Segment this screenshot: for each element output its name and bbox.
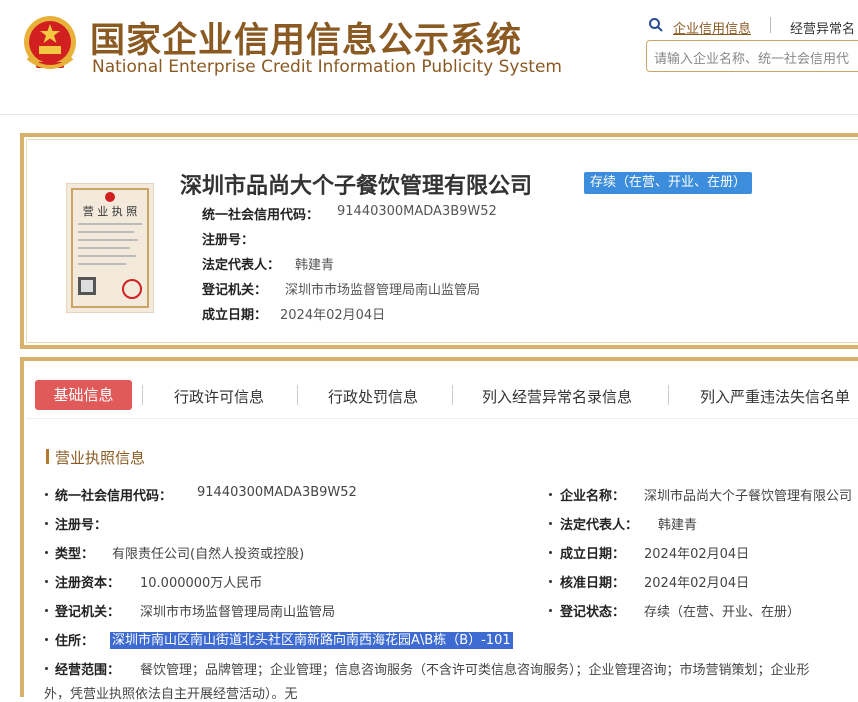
tab-basic-info[interactable]: 基础信息 [35, 380, 132, 410]
detail-status-value: 存续（在营、开业、在册） [644, 605, 801, 620]
detail-authority-label: 登记机关： [55, 605, 121, 620]
detail-capital-label: 注册资本： [55, 576, 121, 591]
tab-divider [452, 385, 453, 405]
detail-address-label: 住所： [55, 634, 95, 649]
company-name: 深圳市品尚大个子餐饮管理有限公司 [180, 174, 533, 199]
tab-divider [297, 385, 298, 405]
detail-scope-value-continued: 外，凭营业执照依法自主开展经营活动）。无 [44, 687, 298, 702]
svg-text:营 业 执 照: 营 业 执 照 [83, 204, 138, 218]
legal-rep-value: 韩建青 [295, 258, 335, 273]
detail-address-wrap: 深圳市南山区南山街道北头社区南新路向南西海花园A\B栋（B）-101 [110, 629, 513, 649]
detail-approval-label: 核准日期： [560, 576, 626, 591]
established-date-value: 2024年02月04日 [280, 308, 386, 323]
bullet-dot [549, 551, 552, 554]
section-marker [46, 449, 49, 464]
search-placeholder: 请输入企业名称、统一社会信用代 [654, 52, 850, 67]
credit-code-label: 统一社会信用代码： [202, 208, 320, 223]
bullet-dot [549, 522, 552, 525]
bullet-dot [45, 493, 48, 496]
header-divider [0, 114, 858, 115]
bullet-dot [45, 667, 48, 670]
bullet-dot [45, 580, 48, 583]
credit-code-value: 91440300MADA3B9W52 [337, 204, 497, 219]
site-subtitle: National Enterprise Credit Information P… [92, 57, 562, 77]
detail-status-label: 登记状态： [560, 605, 626, 620]
detail-company-name-value: 深圳市品尚大个子餐饮管理有限公司 [644, 489, 853, 504]
detail-type-value: 有限责任公司(自然人投资或控股) [112, 547, 305, 562]
detail-scope-value: 餐饮管理；品牌管理；企业管理；信息咨询服务（不含许可类信息咨询服务）；企业管理咨… [140, 663, 810, 678]
legal-rep-label: 法定代表人： [202, 258, 281, 273]
tab-divider [668, 385, 669, 405]
bullet-dot [45, 522, 48, 525]
status-badge: 存续（在营、开业、在册） [584, 172, 753, 194]
detail-scope-label: 经营范围： [55, 663, 121, 678]
detail-legal-rep-label: 法定代表人： [560, 518, 639, 533]
detail-credit-code-label: 统一社会信用代码： [55, 489, 173, 504]
tabs-divider [26, 418, 858, 419]
bullet-dot [45, 638, 48, 641]
tab-divider [142, 385, 143, 405]
detail-credit-code-value: 91440300MADA3B9W52 [197, 485, 357, 500]
tab-abnormal-operations[interactable]: 列入经营异常名录信息 [482, 386, 632, 407]
nav-link-enterprise-credit[interactable]: 企业信用信息 [673, 18, 751, 37]
detail-capital-value: 10.000000万人民币 [140, 576, 263, 591]
search-icon [649, 18, 663, 32]
nav-link-abnormal-list[interactable]: 经营异常名 [790, 18, 855, 37]
bullet-dot [45, 551, 48, 554]
detail-legal-rep-value: 韩建青 [658, 518, 698, 533]
bullet-dot [549, 609, 552, 612]
detail-company-name-label: 企业名称： [560, 489, 626, 504]
bullet-dot [549, 493, 552, 496]
business-license-icon[interactable]: 营 业 执 照 [66, 183, 154, 313]
detail-reg-number-label: 注册号： [55, 518, 108, 533]
detail-authority-value: 深圳市市场监督管理局南山监管局 [140, 605, 336, 620]
national-emblem-logo [24, 16, 76, 69]
site-title: 国家企业信用信息公示系统 [90, 21, 523, 61]
detail-address-value[interactable]: 深圳市南山区南山街道北头社区南新路向南西海花园A\B栋（B）-101 [110, 632, 513, 649]
nav-divider [770, 17, 771, 33]
bullet-dot [549, 580, 552, 583]
detail-established-value: 2024年02月04日 [644, 547, 750, 562]
detail-approval-value: 2024年02月04日 [644, 576, 750, 591]
reg-authority-value: 深圳市市场监督管理局南山监管局 [285, 283, 481, 298]
tab-serious-violations[interactable]: 列入严重违法失信名单 [700, 386, 850, 407]
section-title: 营业执照信息 [55, 449, 146, 467]
detail-type-label: 类型： [55, 547, 95, 562]
tab-admin-license[interactable]: 行政许可信息 [174, 386, 264, 407]
reg-number-label: 注册号： [202, 233, 255, 248]
tab-admin-penalty[interactable]: 行政处罚信息 [328, 386, 418, 407]
bullet-dot [45, 609, 48, 612]
established-date-label: 成立日期： [202, 308, 268, 323]
detail-established-label: 成立日期： [560, 547, 626, 562]
reg-authority-label: 登记机关： [202, 283, 268, 298]
